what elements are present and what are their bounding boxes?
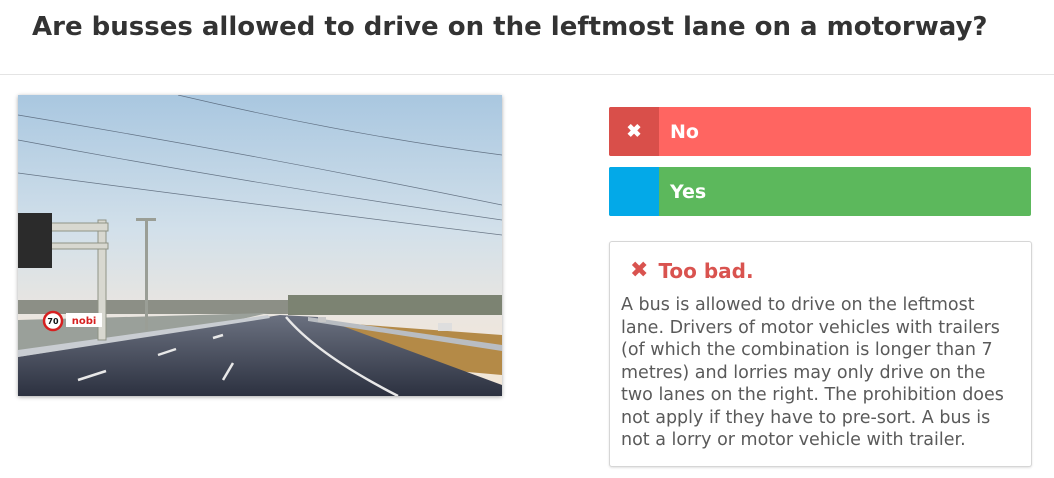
answer-yes-button[interactable]: Yes (609, 167, 1031, 216)
answer-no-label: No (670, 120, 699, 143)
correct-indicator-icon (609, 167, 659, 216)
motorway-photo: 70 nobi (18, 95, 502, 396)
question-title: Are busses allowed to drive on the leftm… (32, 12, 988, 42)
feedback-title-text: Too bad. (658, 258, 754, 283)
close-icon: ✖ (609, 107, 659, 156)
question-header: Are busses allowed to drive on the leftm… (0, 0, 1054, 75)
answer-yes-label: Yes (670, 180, 707, 203)
feedback-panel: ✖ Too bad. A bus is allowed to drive on … (609, 241, 1032, 467)
close-icon: ✖ (630, 258, 649, 283)
roadside-sign-text: nobi (72, 316, 97, 327)
speed-sign-text: 70 (47, 317, 59, 326)
feedback-title: ✖ Too bad. (630, 258, 754, 283)
answer-no-button[interactable]: ✖ No (609, 107, 1031, 156)
feedback-explanation: A bus is allowed to drive on the leftmos… (621, 295, 1004, 450)
